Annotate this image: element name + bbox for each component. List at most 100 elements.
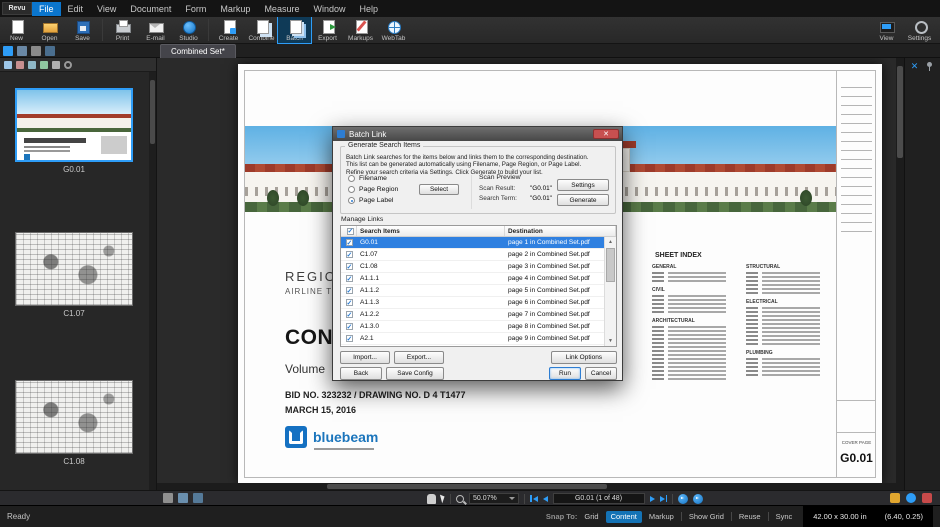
view-button[interactable]: View — [870, 17, 903, 44]
alerts-icon[interactable] — [922, 493, 932, 503]
document-status-icon[interactable] — [890, 493, 900, 503]
menu-edit[interactable]: Edit — [61, 2, 91, 16]
import-button[interactable]: Import... — [340, 351, 390, 364]
delete-page-icon[interactable] — [16, 60, 24, 69]
radio-page-region[interactable]: Page Region — [348, 184, 398, 195]
settings-button[interactable]: Settings — [557, 179, 609, 191]
cancel-button[interactable]: Cancel — [585, 367, 617, 380]
select-all-checkbox-cell[interactable] — [341, 226, 357, 236]
reuse-toggle[interactable]: Reuse — [739, 512, 761, 521]
studio-button[interactable]: Studio — [172, 17, 205, 43]
webtab-button[interactable]: WebTab — [377, 17, 410, 43]
zoom-icon[interactable] — [456, 494, 464, 503]
select-region-button[interactable]: Select — [419, 184, 459, 195]
link-options-button[interactable]: Link Options — [551, 351, 617, 364]
link-row-a1-1-3[interactable]: A1.1.3 page 6 in Combined Set.pdf — [341, 297, 604, 309]
batch-button[interactable]: Batch — [277, 16, 312, 44]
link-row-g0-01[interactable]: G0.01 page 1 in Combined Set.pdf — [341, 237, 604, 249]
bookmarks-panel-icon[interactable] — [45, 46, 55, 56]
show-grid-toggle[interactable]: Show Grid — [689, 512, 724, 521]
properties-panel-icon[interactable] — [3, 46, 13, 56]
row-checkbox[interactable] — [345, 323, 353, 331]
previous-page-button[interactable] — [542, 495, 548, 502]
link-row-a1-1-2[interactable]: A1.1.2 page 5 in Combined Set.pdf — [341, 285, 604, 297]
column-destination[interactable]: Destination — [505, 226, 616, 236]
next-view-icon[interactable] — [693, 493, 703, 504]
markups-button[interactable]: Markups — [344, 17, 377, 43]
zoom-level-dropdown[interactable]: 50.07% — [469, 493, 519, 504]
link-row-a2-1[interactable]: A2.1 page 9 in Combined Set.pdf — [341, 333, 604, 345]
next-page-button[interactable] — [649, 495, 655, 502]
select-icon[interactable] — [439, 493, 447, 504]
menu-file[interactable]: File — [32, 1, 61, 16]
page-options-icon[interactable] — [52, 60, 60, 69]
back-button[interactable]: Back — [340, 367, 382, 380]
single-page-mode-icon[interactable] — [163, 493, 173, 503]
last-page-button[interactable] — [659, 495, 667, 502]
combine-button[interactable]: Combine — [245, 17, 278, 43]
snap-grid-toggle[interactable]: Grid — [584, 512, 598, 521]
panel-gear-icon[interactable] — [64, 60, 72, 69]
menu-document[interactable]: Document — [123, 2, 178, 16]
link-row-c1-08[interactable]: C1.08 page 3 in Combined Set.pdf — [341, 261, 604, 273]
save-button[interactable]: Save — [66, 17, 99, 43]
horizontal-scrollbar[interactable] — [157, 483, 904, 490]
radio-page-label[interactable]: Page Label — [348, 195, 398, 206]
file-access-panel-icon[interactable] — [17, 46, 27, 56]
save-config-button[interactable]: Save Config — [386, 367, 444, 380]
menu-form[interactable]: Form — [178, 2, 213, 16]
sync-toggle[interactable]: Sync — [776, 512, 793, 521]
row-checkbox[interactable] — [345, 251, 353, 259]
vertical-scrollbar[interactable] — [896, 58, 904, 483]
pan-icon[interactable] — [427, 493, 436, 504]
scroll-down-arrow[interactable] — [605, 336, 616, 346]
radio-filename[interactable]: Filename — [348, 173, 398, 184]
scroll-up-arrow[interactable] — [605, 237, 616, 247]
tab-combined-set[interactable]: Combined Set* — [160, 44, 236, 58]
generate-button[interactable]: Generate — [557, 194, 609, 206]
page-number-field[interactable]: G0.01 (1 of 48) — [552, 493, 645, 504]
continuous-mode-icon[interactable] — [178, 493, 188, 503]
rotate-right-icon[interactable] — [40, 60, 48, 69]
snap-markup-toggle[interactable]: Markup — [649, 512, 674, 521]
close-panel-icon[interactable] — [909, 61, 920, 72]
thumbnails-scrollbar[interactable] — [149, 72, 156, 490]
settings-button[interactable]: Settings — [903, 17, 936, 44]
row-checkbox[interactable] — [345, 311, 353, 319]
first-page-button[interactable] — [530, 495, 538, 502]
row-checkbox[interactable] — [345, 335, 353, 343]
menu-measure[interactable]: Measure — [257, 2, 306, 16]
menu-markup[interactable]: Markup — [213, 2, 257, 16]
thumbnails-panel-icon[interactable] — [31, 46, 41, 56]
open-button[interactable]: Open — [33, 17, 66, 43]
new-button[interactable]: New — [0, 17, 33, 43]
row-checkbox[interactable] — [345, 275, 353, 283]
column-search-items[interactable]: Search Items — [357, 226, 505, 236]
thumbnail-c1-07[interactable]: C1.07 — [15, 232, 133, 318]
link-row-c1-07[interactable]: C1.07 page 2 in Combined Set.pdf — [341, 249, 604, 261]
table-scrollbar[interactable] — [604, 237, 616, 346]
print-button[interactable]: Print — [106, 17, 139, 43]
e-mail-button[interactable]: E-mail — [139, 17, 172, 43]
user-profile-icon[interactable] — [906, 493, 916, 503]
menu-help[interactable]: Help — [352, 2, 385, 16]
row-checkbox[interactable] — [345, 287, 353, 295]
export-button[interactable]: Export — [311, 17, 344, 43]
thumbnail-c1-08[interactable]: C1.08 — [15, 380, 133, 466]
scrollbar-thumb[interactable] — [327, 484, 607, 489]
scrollbar-thumb[interactable] — [606, 248, 615, 282]
link-row-a1-3-0[interactable]: A1.3.0 page 8 in Combined Set.pdf — [341, 321, 604, 333]
previous-view-icon[interactable] — [678, 493, 688, 504]
scrollbar-thumb[interactable] — [897, 66, 903, 158]
row-checkbox[interactable] — [345, 263, 353, 271]
table-header[interactable]: Search Items Destination — [341, 226, 616, 237]
dialog-title-bar[interactable]: Batch Link — [333, 127, 622, 141]
split-view-icon[interactable] — [193, 493, 203, 503]
create-button[interactable]: Create — [212, 17, 245, 43]
scrollbar-thumb[interactable] — [150, 80, 155, 144]
menu-view[interactable]: View — [90, 2, 123, 16]
rotate-left-icon[interactable] — [28, 60, 36, 69]
revu-logo[interactable]: Revu — [2, 2, 32, 15]
insert-page-icon[interactable] — [4, 60, 12, 69]
thumbnail-g0-01[interactable]: G0.01 — [15, 88, 133, 174]
